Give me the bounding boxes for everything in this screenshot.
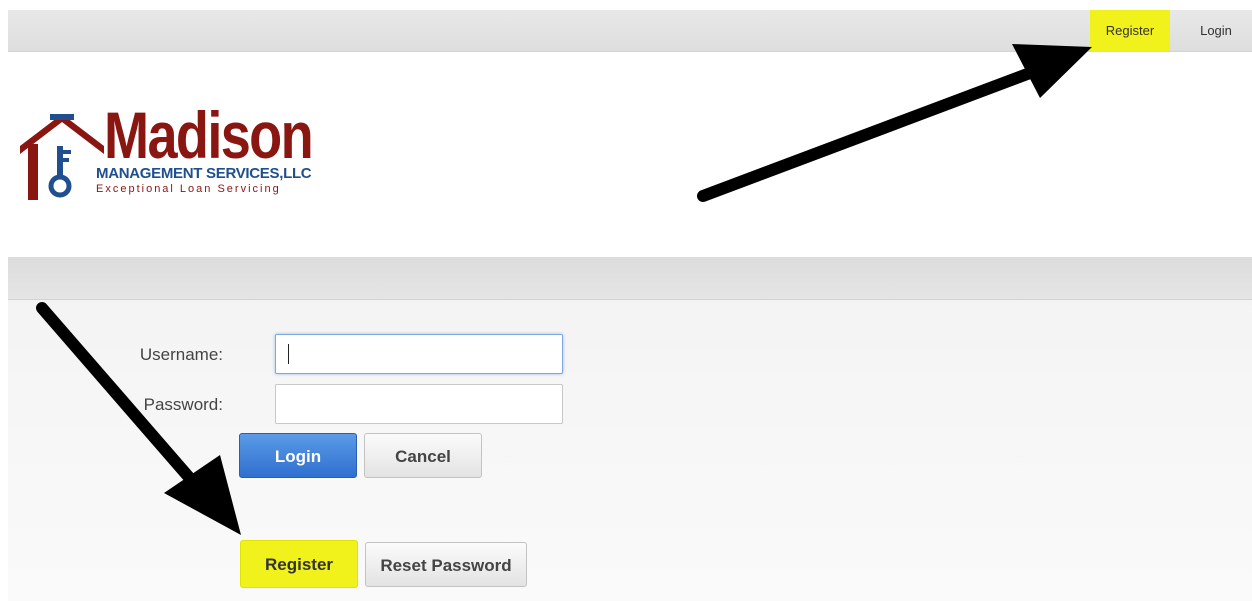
- username-input[interactable]: [275, 334, 563, 374]
- text-caret: [288, 344, 289, 364]
- panel-header: [8, 257, 1252, 300]
- logo-tagline: Exceptional Loan Servicing: [96, 183, 281, 195]
- reset-password-button[interactable]: Reset Password: [365, 542, 527, 587]
- arrow-to-nav-register: [697, 44, 1092, 202]
- register-button[interactable]: Register: [240, 540, 358, 588]
- login-button[interactable]: Login: [239, 433, 357, 478]
- password-input[interactable]: [275, 384, 563, 424]
- company-logo: Madison MANAGEMENT SERVICES,LLC Exceptio…: [20, 102, 340, 202]
- login-panel: Username: Password: Login Cancel Registe…: [8, 257, 1252, 601]
- username-label: Username:: [139, 345, 223, 364]
- nav-login-link[interactable]: Login: [1188, 10, 1244, 51]
- password-label: Password:: [143, 395, 223, 414]
- cancel-button[interactable]: Cancel: [364, 433, 482, 478]
- top-nav-bar: Register Login: [8, 10, 1252, 52]
- logo-name: Madison: [104, 98, 314, 172]
- nav-register-link[interactable]: Register: [1090, 10, 1170, 51]
- house-key-icon: [20, 114, 104, 200]
- logo-subtitle: MANAGEMENT SERVICES,LLC: [96, 165, 312, 182]
